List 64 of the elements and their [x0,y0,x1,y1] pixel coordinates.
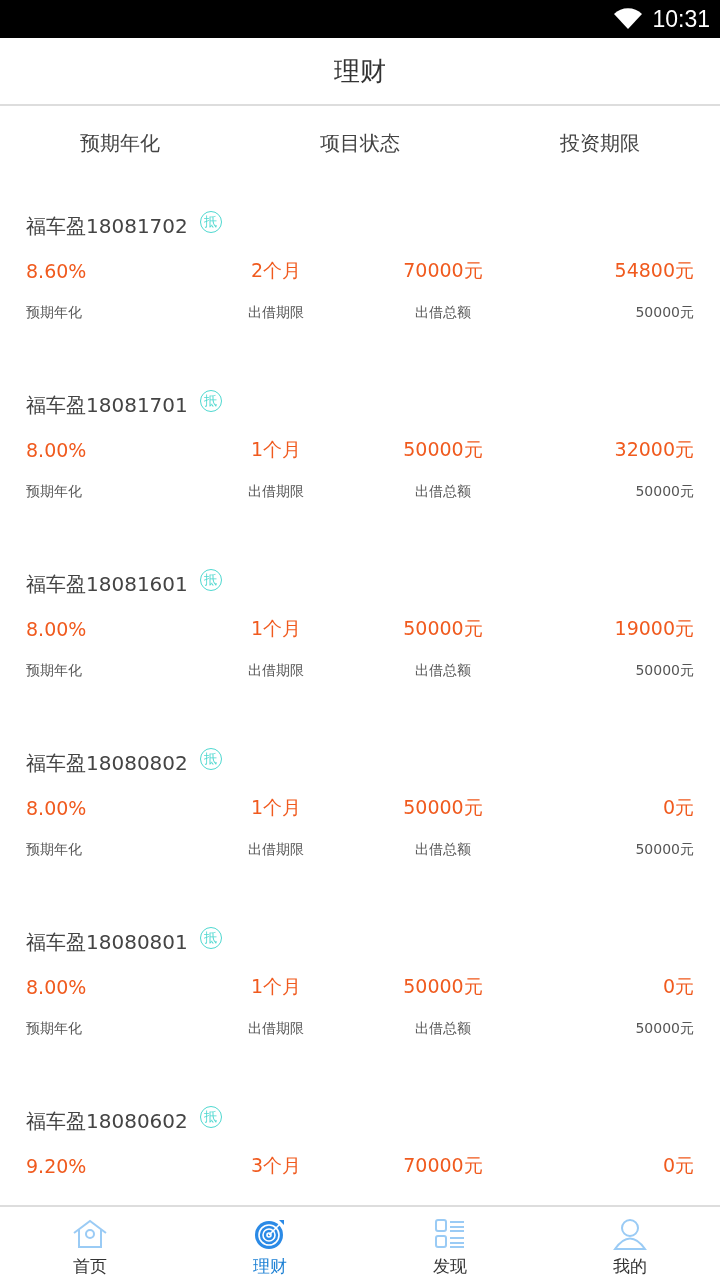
term-value: 3个月 [249,1153,303,1178]
rate-value: 8.00% [26,976,88,998]
amount-text: 50000元 [634,483,694,501]
field-label: 出借总额 [414,841,472,859]
field-label: 预期年化 [26,304,83,322]
tab-item[interactable]: 理财 [180,1207,360,1280]
field-label: 出借总额 [414,304,472,322]
total-amount: 50000元 [402,974,484,999]
page-title: 理财 [334,54,386,88]
total-amount: 70000元 [402,1153,484,1178]
rate-value: 8.00% [26,439,88,461]
amount-text: 50000元 [634,662,694,680]
target-icon [254,1218,286,1250]
product-name: 福车盈18080801 [26,928,188,956]
field-label: 出借总额 [414,483,472,501]
field-label: 预期年化 [26,1020,83,1038]
rate-value: 8.00% [26,797,88,819]
remaining-amount: 0元 [661,974,694,999]
total-amount: 50000元 [402,795,484,820]
field-label: 出借期限 [247,483,305,501]
filter-tab[interactable]: 项目状态 [320,125,400,161]
product-name: 福车盈18081702 [26,212,188,240]
rate-value: 8.00% [26,618,88,640]
term-value: 1个月 [249,795,303,820]
term-value: 1个月 [249,974,303,999]
field-label: 预期年化 [26,662,83,680]
term-value: 1个月 [249,437,303,462]
field-label: 出借总额 [414,662,472,680]
remaining-amount: 32000元 [613,437,694,462]
remaining-amount: 0元 [661,795,694,820]
field-label: 出借总额 [414,1020,472,1038]
amount-text: 50000元 [634,304,694,322]
total-amount: 50000元 [402,437,484,462]
term-value: 2个月 [249,258,303,283]
total-amount: 50000元 [402,616,484,641]
product-name: 福车盈18081601 [26,570,188,598]
field-label: 出借期限 [247,1020,305,1038]
product-name: 福车盈18081701 [26,391,188,419]
remaining-amount: 54800元 [613,258,694,283]
field-label: 预期年化 [26,483,83,501]
tab-item[interactable]: 我的 [540,1207,720,1280]
field-label: 出借期限 [247,662,305,680]
product-name: 福车盈18080802 [26,749,188,777]
list-icon [435,1219,465,1249]
person-icon [613,1218,647,1250]
tab-item[interactable]: 发现 [360,1207,540,1280]
filter-tab[interactable]: 投资期限 [560,125,640,161]
home-icon [72,1219,108,1249]
remaining-amount: 0元 [661,1153,694,1178]
amount-text: 50000元 [634,1020,694,1038]
total-amount: 70000元 [402,258,484,283]
clock: 10:31 [652,5,710,33]
field-label: 出借期限 [247,304,305,322]
wifi-icon [614,8,643,30]
field-label: 出借期限 [247,841,305,859]
rate-value: 9.20% [26,1155,88,1177]
filter-tab[interactable]: 预期年化 [80,125,160,161]
remaining-amount: 19000元 [613,616,694,641]
field-label: 预期年化 [26,841,83,859]
tab-item[interactable]: 首页 [0,1207,180,1280]
amount-text: 50000元 [634,841,694,859]
product-name: 福车盈18080602 [26,1107,188,1135]
rate-value: 8.60% [26,260,88,282]
term-value: 1个月 [249,616,303,641]
